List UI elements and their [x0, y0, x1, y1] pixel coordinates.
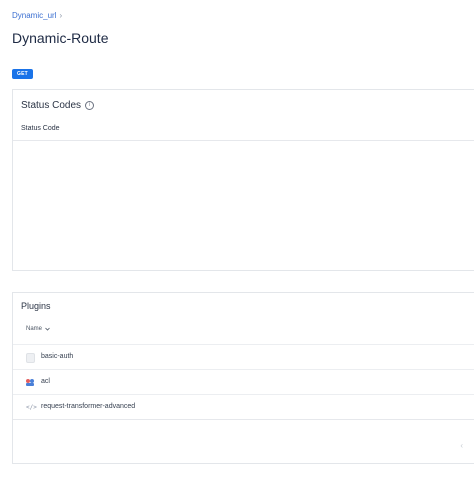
method-badge: GET — [12, 69, 33, 79]
status-codes-card: Status Codes i Status Code — [12, 89, 474, 271]
plugin-label[interactable]: request-transformer-advanced — [41, 403, 135, 410]
table-divider — [13, 419, 474, 420]
plugin-row-basic-auth[interactable]: basic-auth — [13, 344, 474, 369]
code-icon: </> — [26, 404, 37, 411]
plugin-label[interactable]: basic-auth — [41, 353, 73, 360]
page-title: Dynamic-Route — [12, 30, 109, 46]
plugins-card: Plugins Name basic-auth acl </> request-… — [12, 292, 474, 464]
breadcrumb: Dynamic_url › — [12, 11, 62, 20]
breadcrumb-link-dynamic-url[interactable]: Dynamic_url — [12, 11, 56, 20]
plugins-title: Plugins — [21, 301, 51, 311]
plugin-label[interactable]: acl — [41, 378, 50, 385]
plugin-row-request-transformer-advanced[interactable]: </> request-transformer-advanced — [13, 394, 474, 419]
pagination-prev-button[interactable]: ‹ — [460, 441, 463, 450]
name-column-header[interactable]: Name — [26, 326, 50, 332]
status-codes-title: Status Codes — [21, 100, 82, 111]
name-column-label: Name — [26, 326, 43, 332]
plugin-row-acl[interactable]: acl — [13, 369, 474, 394]
table-divider — [13, 140, 474, 141]
chevron-down-icon — [45, 327, 50, 331]
users-icon — [26, 378, 35, 387]
breadcrumb-separator: › — [59, 11, 63, 20]
document-icon — [26, 353, 35, 363]
status-codes-header: Status Codes i — [21, 100, 95, 111]
status-code-column-header: Status Code — [21, 125, 60, 132]
info-icon[interactable]: i — [85, 101, 95, 110]
